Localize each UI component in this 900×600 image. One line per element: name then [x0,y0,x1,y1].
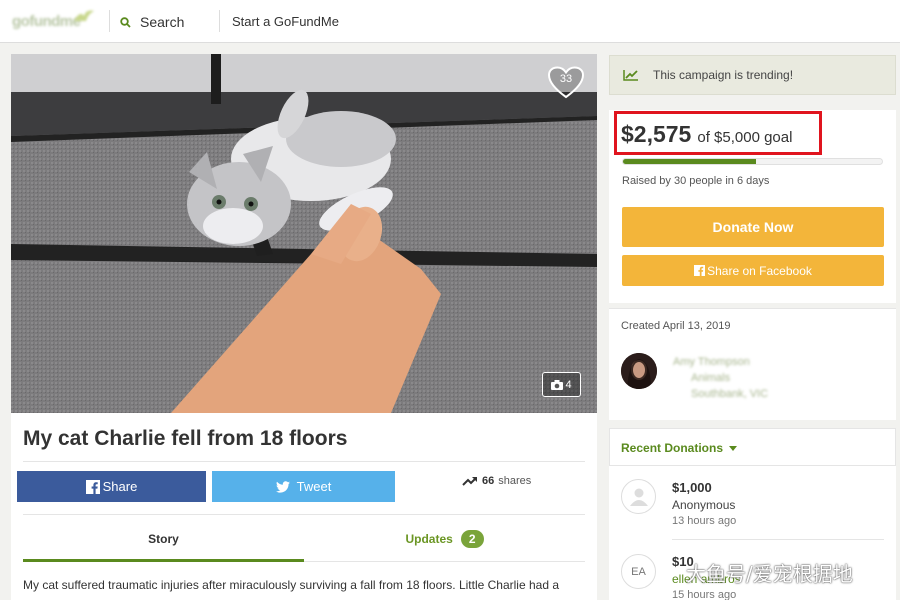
organizer-details: Amy Thompson Animals Southbank, VIC [673,354,768,402]
twitter-tweet-button[interactable]: Tweet [212,471,395,502]
camera-icon [551,379,564,390]
search-label: Search [140,14,185,30]
share-count: 66 shares [462,475,531,487]
trending-chart-icon [623,70,638,81]
tab-updates[interactable]: Updates 2 [304,530,585,548]
organizer-name: Amy Thompson [673,356,750,368]
cat-photo-illustration [11,54,597,413]
created-date: Created April 13, 2019 [621,320,731,332]
twitter-bird-icon [275,480,290,493]
donate-now-button[interactable]: Donate Now [622,207,884,247]
logo-leaf-icon [74,10,94,21]
top-navigation-bar: gofundme Search Start a GoFundMe [0,0,900,43]
trending-label: This campaign is trending! [653,68,794,82]
gofundme-logo[interactable]: gofundme [12,8,96,32]
share-label: Share [102,479,138,494]
story-text: My cat suffered traumatic injuries after… [23,578,559,592]
share-on-facebook-button[interactable]: Share on Facebook [622,255,884,286]
tab-story[interactable]: Story [23,532,304,546]
donation-time: 15 hours ago [672,589,737,600]
raised-amount: $2,575 [621,121,692,147]
caret-down-icon [729,445,738,451]
facebook-icon [694,265,706,276]
donor-name: Anonymous [672,498,736,512]
divider [23,514,585,515]
facebook-share-label: Share on Facebook [707,263,812,278]
search-icon [120,16,131,28]
amount-raised: $2,575 of $5,000 goal [621,121,792,148]
recent-donations-toggle[interactable]: Recent Donations [621,441,738,455]
goal-text: of $5,000 goal [697,129,793,146]
search-link[interactable]: Search [120,11,184,33]
heart-button[interactable]: 33 [547,66,585,100]
progress-bar [622,158,883,165]
watermark: 大鱼号/爱宠根据地 [686,562,853,586]
organizer-avatar[interactable] [621,353,657,389]
donor-avatar [621,479,656,514]
donor-avatar: EA [621,554,656,589]
divider [672,539,884,540]
organizer-location: Southbank, VIC [691,388,769,400]
donation-amount: $1,000 [672,480,712,495]
organizer-photo [621,353,657,389]
organizer-category: Animals [691,372,731,384]
facebook-share-button[interactable]: Share [17,471,206,502]
nav-separator [219,10,220,32]
campaign-photo[interactable] [11,54,597,413]
progress-fill [623,159,757,164]
donation-time: 13 hours ago [672,515,737,527]
trending-banner: This campaign is trending! [609,55,896,95]
start-campaign-link[interactable]: Start a GoFundMe [232,14,339,29]
nav-separator [109,10,110,32]
trending-arrow-icon [462,477,477,486]
heart-count: 33 [559,73,573,85]
photo-gallery-button[interactable]: 4 [542,372,581,397]
logo-text: gofundme [12,13,81,30]
tweet-label: Tweet [296,479,332,494]
campaign-title: My cat Charlie fell from 18 floors [23,427,348,450]
shares-label: shares [498,475,532,487]
user-icon [629,488,648,506]
raised-byline: Raised by 30 people in 6 days [622,175,770,187]
divider [23,461,585,462]
updates-label: Updates [405,532,453,546]
photo-count: 4 [565,378,572,391]
facebook-icon [85,479,100,494]
updates-count-badge: 2 [460,530,484,548]
recent-donations-label: Recent Donations [621,441,724,455]
divider [304,561,585,562]
active-tab-indicator [23,559,304,562]
shares-count: 66 [482,475,495,487]
